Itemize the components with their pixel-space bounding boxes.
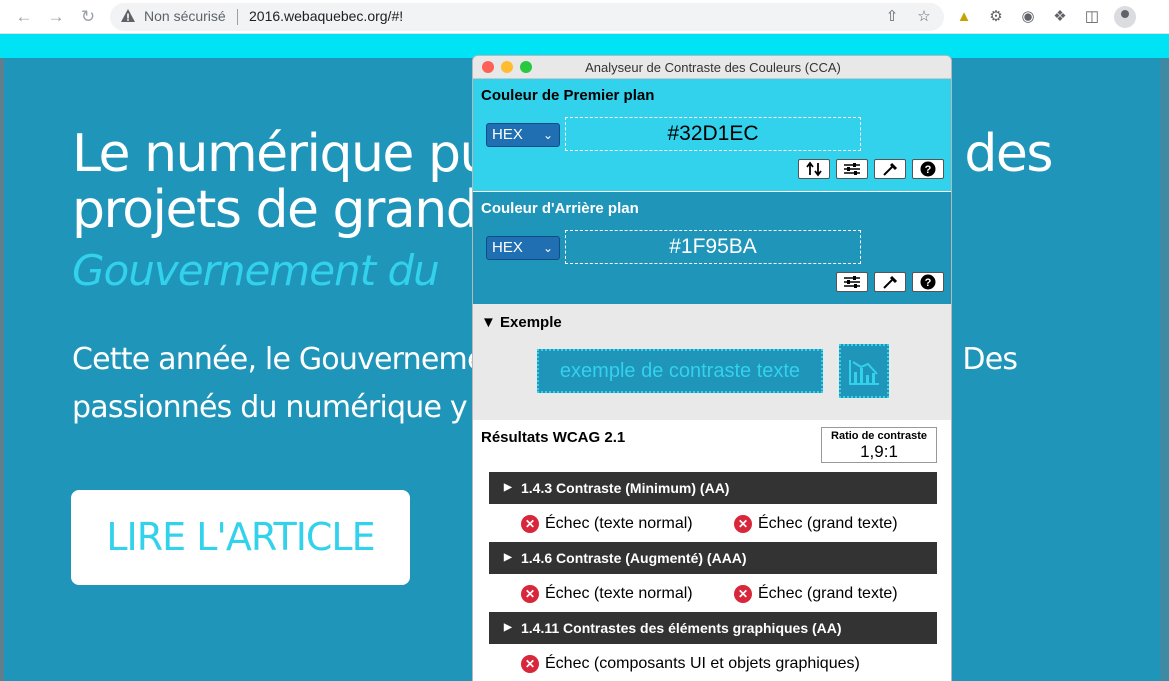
- background-eyedropper-button[interactable]: [874, 272, 906, 292]
- bookmark-star-icon[interactable]: ☆: [914, 7, 934, 27]
- result-large-text: ✕ Échec (grand texte): [734, 584, 898, 604]
- address-bar[interactable]: Non sécurisé 2016.webaquebec.org/#! ⇧ ☆: [110, 3, 944, 31]
- page-subtitle: Gouvernement du: [72, 246, 440, 295]
- hero-right-edge: [1160, 58, 1169, 681]
- triangle-right-icon: ▶: [504, 622, 512, 633]
- results-section: Résultats WCAG 2.1 Ratio de contraste 1,…: [473, 420, 951, 681]
- contrast-ratio-value: 1,9:1: [860, 442, 898, 461]
- foreground-section: Couleur de Premier plan HEX ⌄ #32D1EC ?: [473, 79, 951, 191]
- chart-icon: [849, 360, 879, 385]
- eyedropper-icon: [883, 162, 898, 176]
- chevron-down-icon: ⌄: [542, 241, 553, 255]
- url-text[interactable]: 2016.webaquebec.org/#!: [249, 8, 403, 24]
- forward-icon[interactable]: →: [44, 5, 68, 29]
- background-label: Couleur d'Arrière plan: [481, 200, 639, 217]
- criterion-1-4-6[interactable]: ▶ 1.4.6 Contraste (Augmenté) (AAA): [489, 542, 937, 574]
- intro-line1: Cette année, le Gouverneme: [72, 342, 485, 377]
- fail-icon: ✕: [521, 655, 539, 673]
- sliders-icon: [844, 163, 860, 175]
- cca-window-title: Analyseur de Contraste des Couleurs (CCA…: [585, 60, 841, 75]
- cca-titlebar: Analyseur de Contraste des Couleurs (CCA…: [473, 56, 951, 79]
- triangle-down-icon: ▼: [481, 314, 496, 331]
- profile-avatar[interactable]: [1114, 6, 1136, 28]
- extension-gear-icon[interactable]: ⚙: [986, 7, 1006, 27]
- read-article-button[interactable]: LIRE L'ARTICLE: [71, 490, 410, 585]
- contrast-ratio-label: Ratio de contraste: [831, 430, 927, 442]
- result-text: Échec (grand texte): [758, 515, 898, 532]
- criterion-title: 1.4.11 Contrastes des éléments graphique…: [521, 620, 842, 636]
- help-icon: ?: [920, 161, 936, 177]
- extensions-puzzle-icon[interactable]: ❖: [1050, 7, 1070, 27]
- result-normal-text: ✕ Échec (texte normal): [521, 584, 693, 604]
- eyedropper-icon: [883, 275, 898, 289]
- result-normal-text: ✕ Échec (texte normal): [521, 514, 693, 534]
- result-graphics: ✕ Échec (composants UI et objets graphiq…: [521, 654, 860, 674]
- example-section: ▼ Exemple exemple de contraste texte: [473, 304, 951, 420]
- fail-icon: ✕: [521, 515, 539, 533]
- sliders-icon: [844, 276, 860, 288]
- foreground-eyedropper-button[interactable]: [874, 159, 906, 179]
- result-text: Échec (texte normal): [545, 585, 693, 602]
- security-label[interactable]: Non sécurisé: [144, 8, 226, 24]
- criterion-title: 1.4.3 Contraste (Minimum) (AA): [521, 480, 730, 496]
- swap-arrows-icon: [806, 161, 822, 177]
- results-label: Résultats WCAG 2.1: [481, 429, 626, 446]
- intro-line2: passionnés du numérique y: [72, 390, 468, 425]
- title-line1: Le numérique pub: [72, 124, 524, 184]
- result-large-text: ✕ Échec (grand texte): [734, 514, 898, 534]
- example-toggle[interactable]: ▼ Exemple: [481, 314, 562, 331]
- triangle-right-icon: ▶: [504, 552, 512, 563]
- foreground-sliders-button[interactable]: [836, 159, 868, 179]
- result-text: Échec (texte normal): [545, 515, 693, 532]
- svg-text:?: ?: [925, 277, 932, 289]
- fail-icon: ✕: [734, 585, 752, 603]
- criterion-1-4-3[interactable]: ▶ 1.4.3 Contraste (Minimum) (AA): [489, 472, 937, 504]
- foreground-format-select[interactable]: HEX ⌄: [486, 123, 560, 147]
- swap-colors-button[interactable]: [798, 159, 830, 179]
- title-line2: projets de grande: [72, 180, 509, 240]
- foreground-help-button[interactable]: ?: [912, 159, 944, 179]
- example-graphic-sample: [839, 344, 889, 398]
- criterion-1-4-11[interactable]: ▶ 1.4.11 Contrastes des éléments graphiq…: [489, 612, 937, 644]
- share-icon[interactable]: ⇧: [882, 7, 902, 27]
- svg-text:?: ?: [925, 164, 932, 176]
- background-format-value: HEX: [492, 239, 523, 256]
- fail-icon: ✕: [521, 585, 539, 603]
- extension-flask-icon[interactable]: ▲: [954, 7, 974, 27]
- foreground-format-value: HEX: [492, 126, 523, 143]
- cca-window: Analyseur de Contraste des Couleurs (CCA…: [472, 55, 952, 681]
- example-text-sample: exemple de contraste texte: [537, 349, 823, 393]
- background-hex-input[interactable]: #1F95BA: [565, 230, 861, 264]
- triangle-right-icon: ▶: [504, 482, 512, 493]
- contrast-ratio-box: Ratio de contraste 1,9:1: [821, 427, 937, 463]
- background-sliders-button[interactable]: [836, 272, 868, 292]
- side-panel-icon[interactable]: ◫: [1082, 7, 1102, 27]
- back-icon[interactable]: ←: [12, 5, 36, 29]
- criterion-title: 1.4.6 Contraste (Augmenté) (AAA): [521, 550, 747, 566]
- reload-icon[interactable]: ↻: [76, 5, 100, 29]
- foreground-label: Couleur de Premier plan: [481, 87, 655, 104]
- fail-icon: ✕: [734, 515, 752, 533]
- help-icon: ?: [920, 274, 936, 290]
- result-text: Échec (composants UI et objets graphique…: [545, 655, 860, 672]
- camera-icon[interactable]: ◉: [1018, 7, 1038, 27]
- result-text: Échec (grand texte): [758, 585, 898, 602]
- warning-icon: [121, 9, 135, 22]
- hero-left-edge: [0, 58, 4, 681]
- browser-toolbar: ← → ↻ Non sécurisé 2016.webaquebec.org/#…: [0, 0, 1169, 34]
- foreground-hex-input[interactable]: #32D1EC: [565, 117, 861, 151]
- chevron-down-icon: ⌄: [542, 128, 553, 142]
- background-format-select[interactable]: HEX ⌄: [486, 236, 560, 260]
- background-section: Couleur d'Arrière plan HEX ⌄ #1F95BA ?: [473, 192, 951, 304]
- address-separator: [237, 9, 238, 25]
- example-label: Exemple: [500, 314, 562, 331]
- background-help-button[interactable]: ?: [912, 272, 944, 292]
